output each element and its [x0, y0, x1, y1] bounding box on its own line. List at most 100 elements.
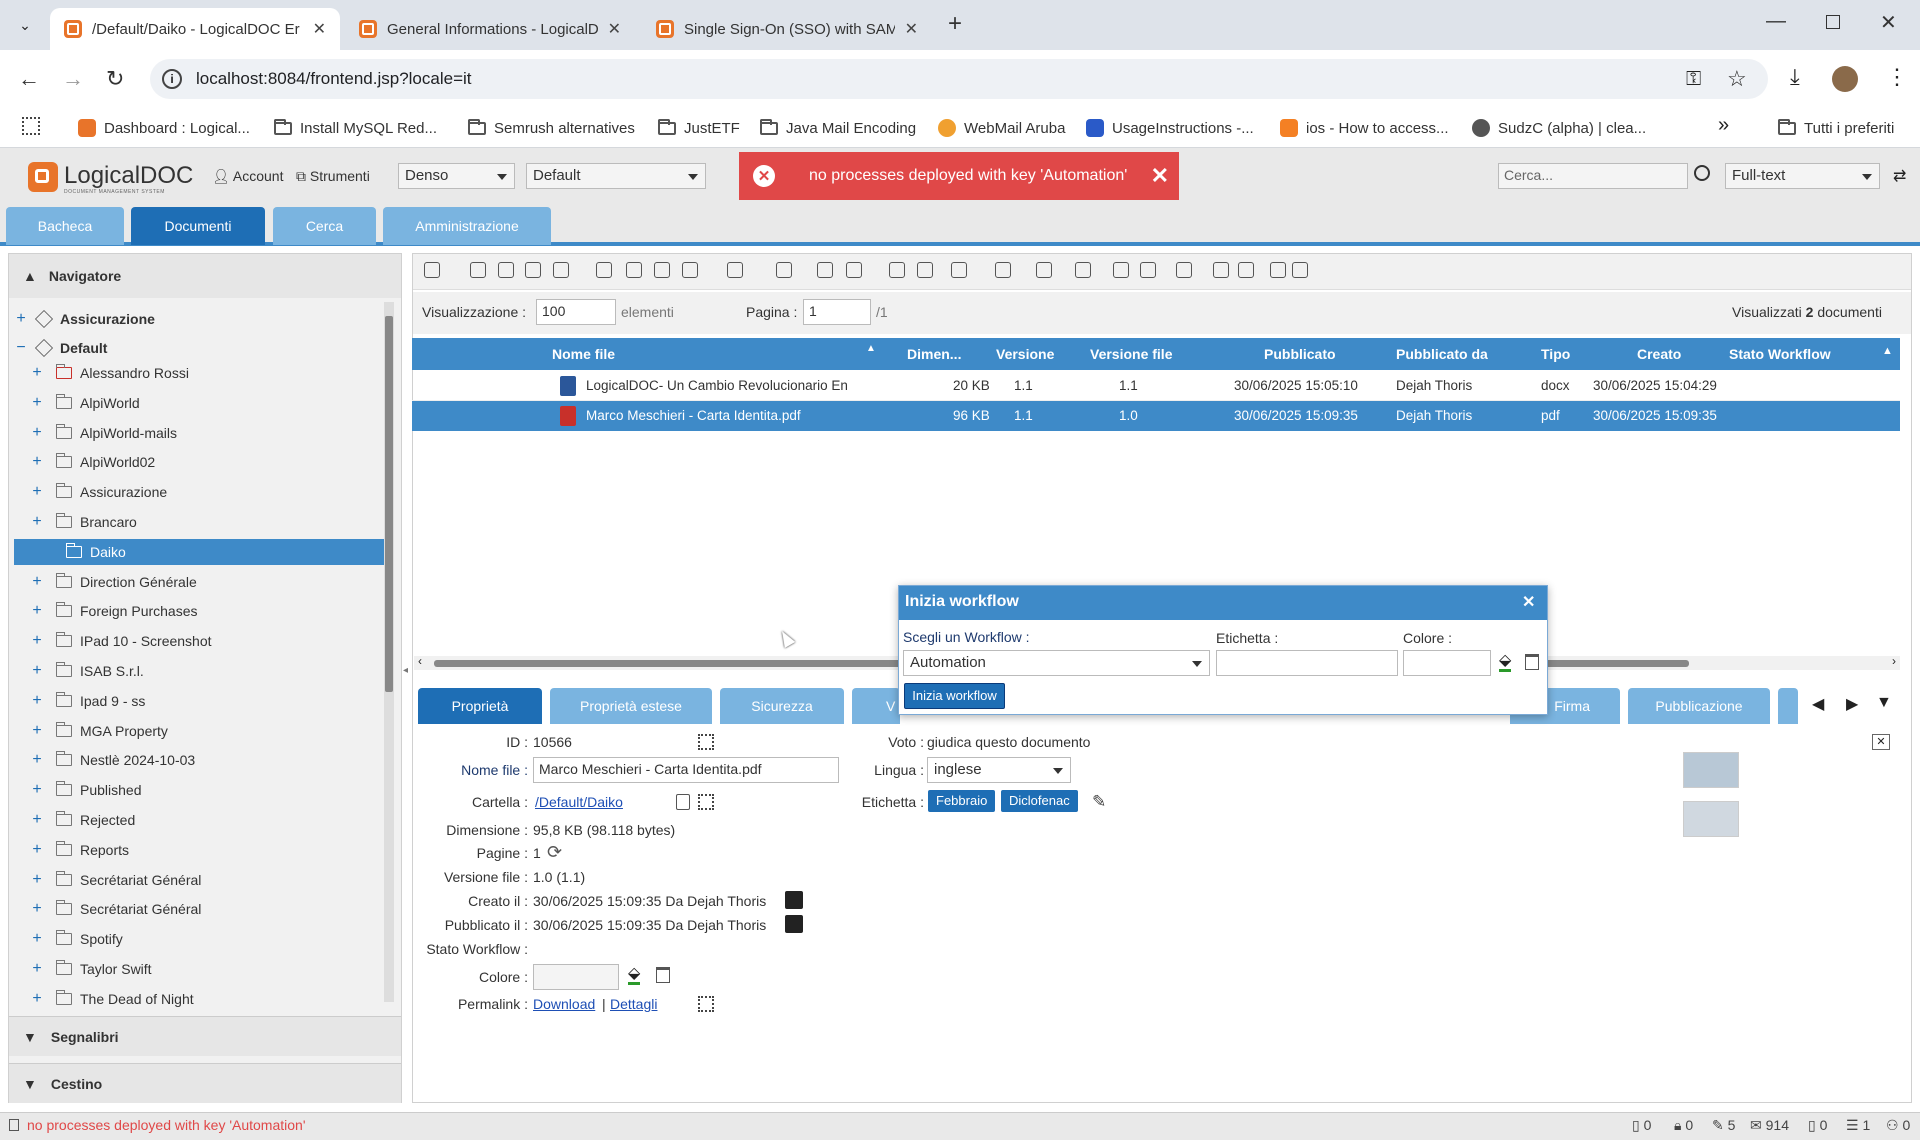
table-row[interactable]: Marco Meschieri - Carta Identita.pdf 96 …	[412, 401, 1900, 431]
counter-checkedout[interactable]: ▯ 0	[1632, 1117, 1651, 1134]
column-header-filename[interactable]: Nome file	[552, 346, 615, 362]
close-panel-icon[interactable]: ✕	[1872, 734, 1890, 750]
address-bar[interactable]: localhost:8084/frontend.jsp?locale=it	[150, 59, 1768, 99]
toolbar-action-icon[interactable]	[995, 262, 1011, 278]
folder-link[interactable]: /Default/Daiko	[535, 794, 623, 810]
expand-icon[interactable]: +	[30, 424, 44, 442]
tree-folder[interactable]: + Reports	[14, 837, 384, 863]
expand-icon[interactable]: +	[30, 453, 44, 471]
tree-folder[interactable]: + Assicurazione	[14, 479, 384, 505]
reload-button[interactable]: ↻	[106, 66, 124, 92]
column-header-created[interactable]: Creato	[1637, 346, 1681, 362]
expand-icon[interactable]: +	[14, 310, 28, 328]
search-type-select[interactable]: Full-text	[1725, 163, 1880, 189]
forward-button[interactable]: →	[62, 66, 84, 92]
column-header-version[interactable]: Versione	[996, 346, 1054, 362]
recount-pages-icon[interactable]: ⟳	[547, 842, 562, 863]
counter-chat[interactable]: ⚇ 0	[1886, 1117, 1910, 1134]
tree-folder[interactable]: + AlpiWorld	[14, 390, 384, 416]
toolbar-action-icon[interactable]	[1036, 262, 1052, 278]
sort-ascending-icon[interactable]: ▲	[866, 343, 876, 354]
expand-icon[interactable]: +	[30, 811, 44, 829]
close-icon[interactable]: ✕	[905, 19, 918, 39]
expand-icon[interactable]: +	[30, 513, 44, 531]
browser-tab[interactable]: General Informations - LogicalD ✕	[345, 8, 635, 50]
counter-events[interactable]: ▯ 0	[1808, 1117, 1827, 1134]
tree-root-assicurazione[interactable]: + Assicurazione	[14, 306, 380, 332]
browser-tab-active[interactable]: /Default/Daiko - LogicalDOC Er ✕	[50, 8, 340, 50]
tree-folder[interactable]: + Nestlè 2024-10-03	[14, 747, 384, 773]
tab-amministrazione[interactable]: Amministrazione	[383, 207, 551, 245]
color-picker-icon[interactable]: ⬙	[628, 966, 641, 985]
tree-folder[interactable]: + Rejected	[14, 807, 384, 833]
details-link[interactable]: Dettagli	[610, 996, 657, 1012]
toolbar-action-icon[interactable]	[1238, 262, 1254, 278]
expand-icon[interactable]: +	[30, 722, 44, 740]
edit-tags-icon[interactable]: ✎	[1092, 792, 1106, 812]
qrcode-icon[interactable]	[698, 794, 714, 810]
minimize-button[interactable]: —	[1766, 10, 1786, 33]
expand-icon[interactable]: +	[30, 781, 44, 799]
expand-icon[interactable]: +	[30, 990, 44, 1008]
tab-versions[interactable]: V	[852, 688, 900, 724]
color-input[interactable]	[1403, 650, 1491, 676]
search-icon[interactable]	[1694, 165, 1710, 181]
tree-folder[interactable]: + Ipad 9 - ss	[14, 688, 384, 714]
tree-scrollbar[interactable]	[384, 302, 394, 1002]
bookmark-item[interactable]: JustETF	[658, 113, 740, 143]
toolbar-action-icon[interactable]	[727, 262, 743, 278]
site-info-icon[interactable]: i	[162, 69, 182, 89]
tree-folder[interactable]: Daiko	[14, 538, 384, 565]
vote-value[interactable]: giudica questo documento	[927, 734, 1090, 750]
column-header-file-version[interactable]: Versione file	[1090, 346, 1172, 362]
column-header-published-by[interactable]: Pubblicato da	[1396, 346, 1488, 362]
tree-folder[interactable]: + MGA Property	[14, 718, 384, 744]
copy-path-icon[interactable]	[676, 794, 690, 810]
expand-icon[interactable]: +	[30, 573, 44, 591]
toolbar-action-icon[interactable]	[1113, 262, 1129, 278]
expand-icon[interactable]: +	[30, 364, 44, 382]
expand-icon[interactable]: +	[30, 602, 44, 620]
download-icon[interactable]: ⤓	[1790, 64, 1800, 90]
theme-select[interactable]: Default	[526, 163, 706, 189]
tabs-menu-icon[interactable]: ▼	[1876, 694, 1892, 712]
start-workflow-button[interactable]: Inizia workflow	[904, 683, 1005, 709]
expand-icon[interactable]: +	[30, 930, 44, 948]
tree-folder[interactable]: + Brancaro	[14, 509, 384, 535]
toolbar-action-icon[interactable]	[917, 262, 933, 278]
color-input[interactable]	[533, 964, 619, 990]
bookmark-item[interactable]: UsageInstructions -...	[1086, 113, 1254, 143]
filename-input[interactable]: Marco Meschieri - Carta Identita.pdf	[533, 757, 839, 783]
tab-bacheca[interactable]: Bacheca	[6, 207, 124, 245]
settings-sliders-icon[interactable]: ⇄	[1893, 166, 1906, 186]
tree-folder[interactable]: + Secrétariat Général	[14, 896, 384, 922]
tab-extended-properties[interactable]: Proprietà estese	[550, 688, 712, 724]
bookmark-item[interactable]: WebMail Aruba	[938, 113, 1065, 143]
tree-folder[interactable]: + AlpiWorld-mails	[14, 420, 384, 446]
user-card-icon[interactable]	[785, 891, 803, 909]
toolbar-action-icon[interactable]	[1213, 262, 1229, 278]
password-key-icon[interactable]: ⚿	[1686, 68, 1701, 91]
expand-icon[interactable]: +	[30, 751, 44, 769]
toolbar-action-icon[interactable]	[525, 262, 541, 278]
bookmark-item[interactable]: ios - How to access...	[1280, 113, 1449, 143]
column-header-workflow-status[interactable]: Stato Workflow	[1729, 346, 1831, 362]
workflow-select[interactable]: Automation	[903, 650, 1210, 676]
tree-folder[interactable]: + The Dead of Night	[14, 986, 384, 1012]
tree-folder[interactable]: + Alessandro Rossi	[14, 360, 384, 386]
toolbar-action-icon[interactable]	[1176, 262, 1192, 278]
apps-grid-icon[interactable]	[22, 117, 40, 135]
profile-avatar[interactable]	[1832, 66, 1858, 92]
close-icon[interactable]: ✕	[313, 19, 326, 39]
tree-folder[interactable]: + ISAB S.r.l.	[14, 658, 384, 684]
tree-folder[interactable]: + IPad 10 - Screenshot	[14, 628, 384, 654]
tree-folder[interactable]: + AlpiWorld02	[14, 449, 384, 475]
trash-icon[interactable]	[656, 967, 670, 983]
new-tab-button[interactable]: +	[948, 10, 962, 38]
tree-folder[interactable]: + Secrétariat Général	[14, 867, 384, 893]
tab-security[interactable]: Sicurezza	[720, 688, 844, 724]
tab-documenti[interactable]: Documenti	[131, 207, 265, 245]
bookmarks-section-header[interactable]: ▼ Segnalibri	[9, 1016, 401, 1056]
toolbar-action-icon[interactable]	[553, 262, 569, 278]
close-icon[interactable]: ✕	[1151, 163, 1169, 189]
